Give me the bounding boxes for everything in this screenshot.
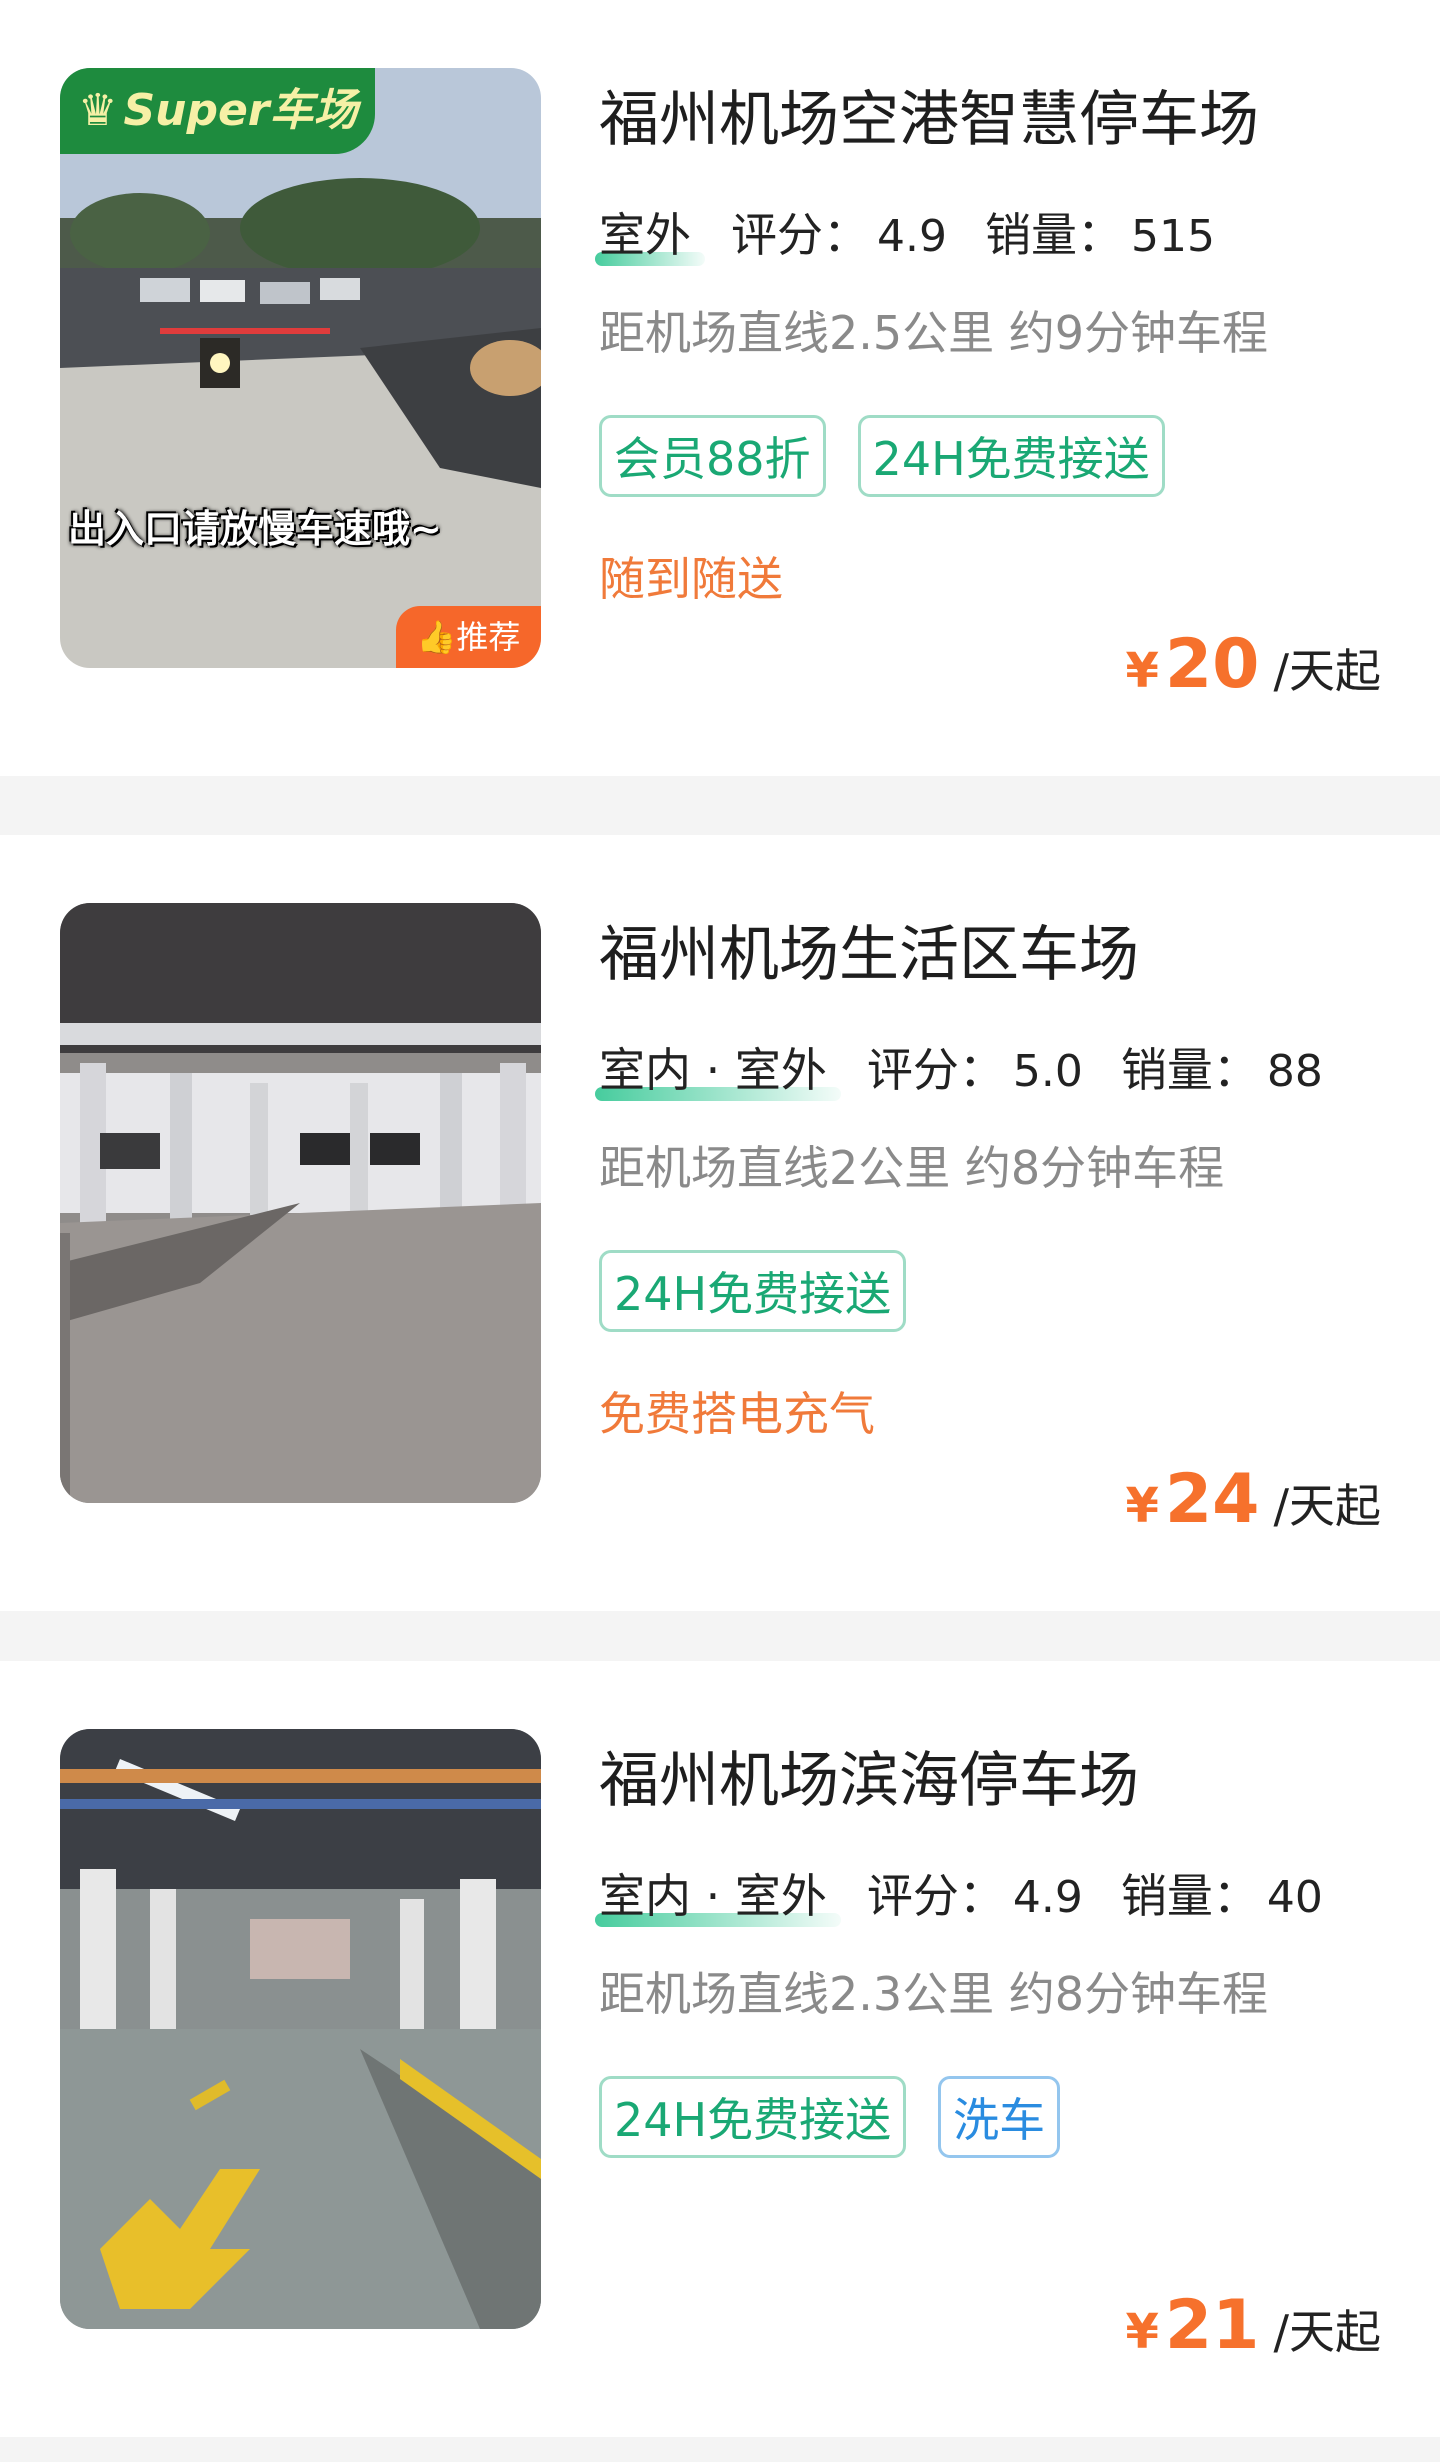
- service-text: 随到随送: [599, 552, 783, 606]
- rating-value: 4.9: [877, 211, 947, 262]
- recommend-badge-text: 推荐: [456, 618, 521, 656]
- tag-list: 24H免费接送: [599, 1250, 907, 1332]
- photo-caption: 出入口请放慢车速哦~: [68, 507, 442, 551]
- sales-value: 515: [1130, 211, 1215, 262]
- distance-text: 距机场直线2.5公里 约9分钟车程: [599, 306, 1269, 360]
- parking-lot-info: 福州机场空港智慧停车场 室外 评分： 4.9 销量： 515 距机场直线2.5公里 约9…: [595, 70, 1399, 722]
- price: ¥24/天起: [1125, 1460, 1381, 1557]
- tag-list: 会员88折 24H免费接送: [599, 415, 1165, 497]
- sales-label: 销量：: [1120, 1869, 1259, 1923]
- outdoor-parking-image: [60, 68, 541, 668]
- currency-symbol: ¥: [1125, 2304, 1159, 2360]
- price: ¥21/天起: [1125, 2286, 1381, 2383]
- crown-icon: ♛: [78, 85, 118, 136]
- price-value: 20: [1164, 625, 1260, 704]
- parking-lot-info: 福州机场生活区车场 室内 · 室外 评分： 5.0 销量： 88 距机场直线2公里 约8…: [595, 905, 1399, 1557]
- tag-list: 24H免费接送 洗车: [599, 2076, 1061, 2158]
- distance-text: 距机场直线2.3公里 约8分钟车程: [599, 1967, 1269, 2021]
- shuttle-tag: 24H免费接送: [599, 1250, 907, 1332]
- price-unit: /天起: [1273, 1479, 1382, 1533]
- price-unit: /天起: [1273, 2305, 1382, 2359]
- rating-value: 5.0: [1012, 1046, 1083, 1097]
- currency-symbol: ¥: [1125, 643, 1159, 699]
- indoor-garage-image: [60, 903, 541, 1503]
- parking-lot-title[interactable]: 福州机场滨海停车场: [599, 1739, 1139, 1823]
- rating-value: 4.9: [1012, 1872, 1083, 1923]
- parking-lot-title[interactable]: 福州机场生活区车场: [599, 913, 1139, 997]
- parking-lot-photo[interactable]: ♛ Super车场 出入口请放慢车速哦~ 👍推荐: [60, 68, 541, 668]
- currency-symbol: ¥: [1125, 1478, 1159, 1534]
- rating-label: 评分：: [731, 208, 869, 262]
- price-value: 24: [1164, 1460, 1260, 1539]
- parking-lot-info: 福州机场滨海停车场 室内 · 室外 评分： 4.9 销量： 40 距机场直线2.3公里 …: [595, 1731, 1399, 2383]
- price-unit: /天起: [1273, 644, 1382, 698]
- member-discount-tag: 会员88折: [599, 415, 826, 497]
- parking-lot-photo[interactable]: [60, 1729, 541, 2329]
- indoor-garage-image: [60, 1729, 541, 2329]
- car-wash-tag: 洗车: [938, 2076, 1061, 2158]
- rating-label: 评分：: [866, 1043, 1005, 1097]
- parking-lot-meta: 室外 评分： 4.9 销量： 515: [595, 200, 1215, 272]
- parking-lot-card[interactable]: ♛ Super车场 出入口请放慢车速哦~ 👍推荐 福州机场空港智慧停车场 室外 评分…: [0, 0, 1440, 776]
- sales-label: 销量：: [1120, 1043, 1259, 1097]
- thumbs-up-icon: 👍: [416, 618, 457, 656]
- shuttle-tag: 24H免费接送: [599, 2076, 907, 2158]
- parking-type: 室内 · 室外: [595, 1861, 841, 1931]
- super-lot-badge-text: Super车场: [123, 85, 358, 136]
- shuttle-tag: 24H免费接送: [857, 415, 1165, 497]
- price-value: 21: [1164, 2286, 1260, 2365]
- sales-value: 40: [1266, 1872, 1323, 1923]
- sales-value: 88: [1266, 1046, 1323, 1097]
- parking-lot-photo[interactable]: [60, 903, 541, 1503]
- rating-label: 评分：: [866, 1869, 1005, 1923]
- parking-type: 室外: [595, 200, 705, 270]
- parking-lot-title[interactable]: 福州机场空港智慧停车场: [599, 78, 1259, 162]
- distance-text: 距机场直线2公里 约8分钟车程: [599, 1141, 1225, 1195]
- sales-label: 销量：: [984, 208, 1123, 262]
- price: ¥20/天起: [1125, 625, 1381, 722]
- parking-lot-meta: 室内 · 室外 评分： 4.9 销量： 40: [595, 1861, 1323, 1933]
- parking-lot-card[interactable]: 福州机场滨海停车场 室内 · 室外 评分： 4.9 销量： 40 距机场直线2.3公里 …: [0, 1661, 1440, 2437]
- parking-lot-card[interactable]: 福州机场生活区车场 室内 · 室外 评分： 5.0 销量： 88 距机场直线2公里 约8…: [0, 835, 1440, 1611]
- parking-lot-meta: 室内 · 室外 评分： 5.0 销量： 88: [595, 1035, 1323, 1107]
- super-lot-badge: ♛ Super车场: [60, 68, 375, 154]
- service-text: 免费搭电充气: [599, 1387, 875, 1441]
- parking-type: 室内 · 室外: [595, 1035, 841, 1105]
- recommend-badge: 👍推荐: [396, 606, 541, 668]
